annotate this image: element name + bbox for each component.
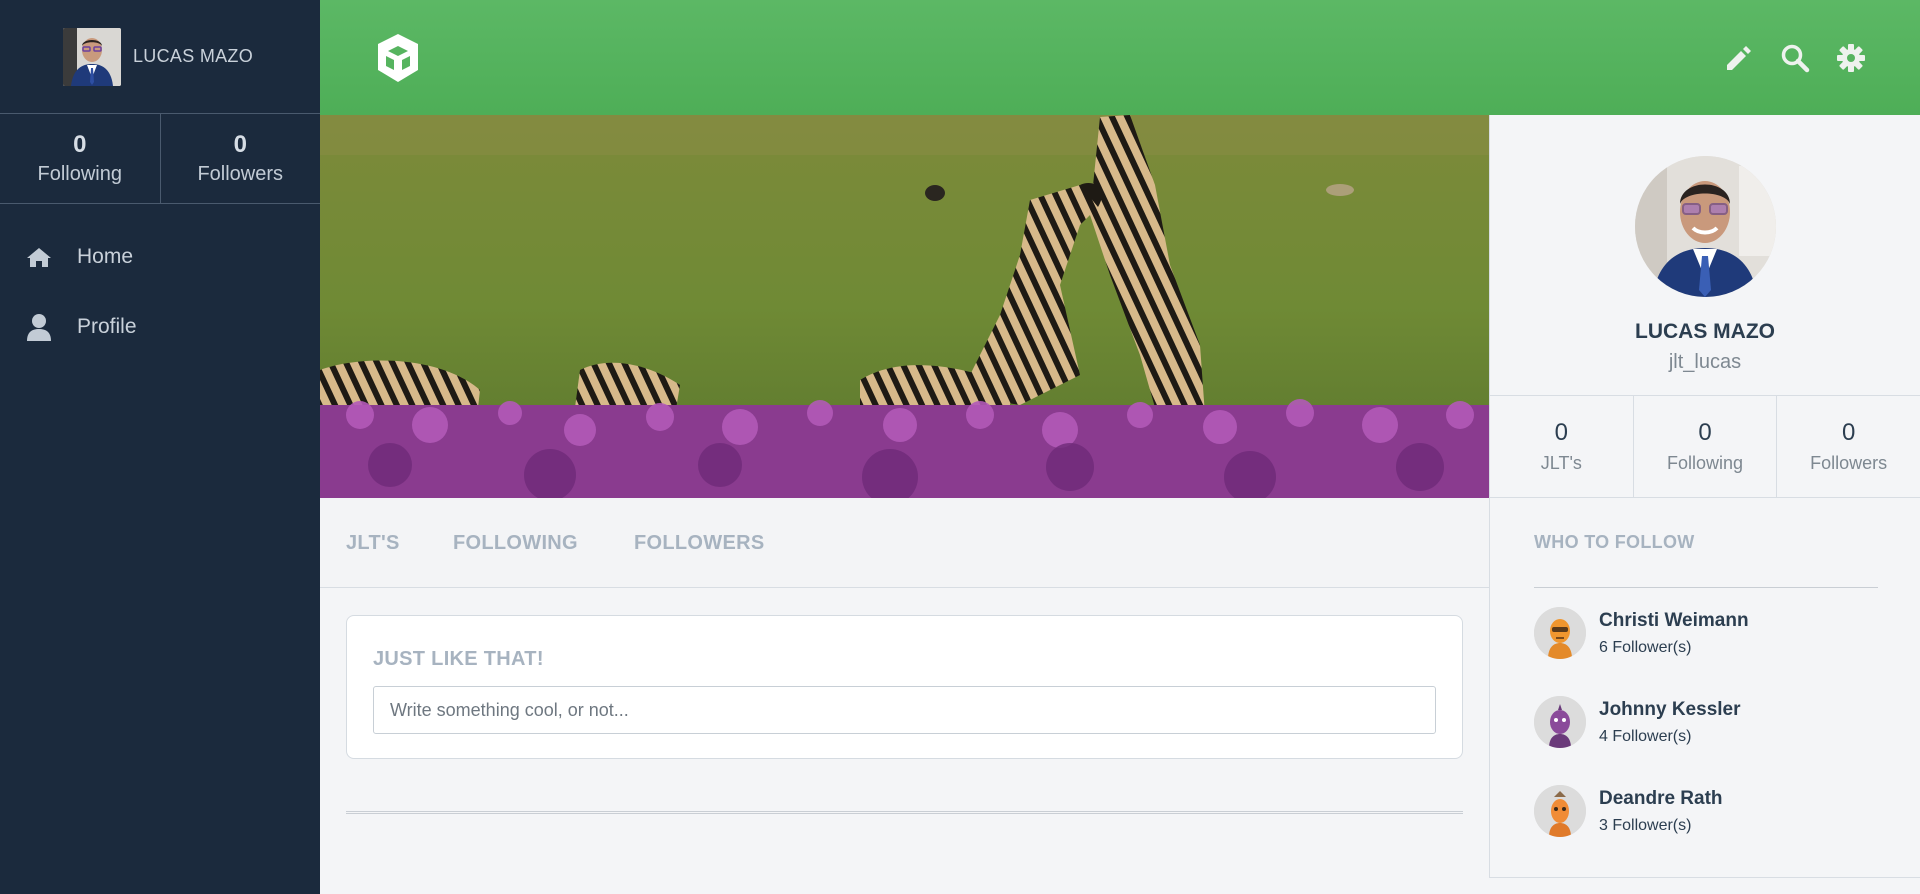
tab-jlts[interactable]: JLT'S (346, 532, 400, 555)
suggested-user-followers: 6 Follower(s) (1599, 639, 1692, 656)
stat-value: 0 (233, 131, 247, 158)
top-bar (320, 0, 1920, 115)
tab-followers[interactable]: FOLLOWERS (634, 532, 764, 555)
home-icon (26, 243, 52, 271)
stat-label: Followers (197, 163, 284, 185)
suggested-user-name[interactable]: Christi Weimann (1599, 610, 1749, 632)
search-icon[interactable] (1780, 43, 1810, 73)
sidebar-stat-followers[interactable]: 0 Followers (159, 114, 321, 203)
suggested-user[interactable]: Deandre Rath 3 Follower(s) (1534, 785, 1878, 839)
sidebar-user-name[interactable]: LUCAS MAZO (133, 46, 253, 67)
post-composer: JUST LIKE THAT! (346, 615, 1463, 759)
sidebar-user[interactable]: LUCAS MAZO (0, 0, 320, 114)
settings-gear-icon[interactable] (1836, 43, 1866, 73)
avatar[interactable] (1534, 607, 1586, 659)
profile-stat-jlts[interactable]: 0 JLT's (1490, 396, 1633, 497)
stat-label: JLT's (1540, 453, 1582, 473)
profile-name: LUCAS MAZO (1635, 320, 1775, 343)
divider (346, 811, 1463, 814)
sidebar-item-label: Home (77, 245, 134, 268)
edit-pencil-icon[interactable] (1723, 43, 1753, 73)
suggested-user[interactable]: Johnny Kessler 4 Follower(s) (1534, 696, 1878, 750)
sidebar-stats: 0 Following 0 Followers (0, 114, 320, 204)
user-icon (26, 313, 52, 341)
sidebar-item-home[interactable]: Home (0, 222, 320, 292)
cover-image (320, 115, 1489, 498)
stat-label: Followers (1810, 453, 1888, 473)
avatar[interactable] (1534, 785, 1586, 837)
stat-value: 0 (73, 131, 87, 158)
profile-tabs: JLT'S FOLLOWING FOLLOWERS (320, 498, 1489, 588)
profile-stats: 0 JLT's 0 Following 0 Followers (1490, 395, 1920, 498)
suggested-user[interactable]: Christi Weimann 6 Follower(s) (1534, 607, 1878, 661)
suggested-user-followers: 3 Follower(s) (1599, 817, 1692, 834)
suggested-user-name[interactable]: Johnny Kessler (1599, 699, 1741, 721)
sidebar-item-profile[interactable]: Profile (0, 292, 320, 362)
stat-value: 0 (1554, 419, 1569, 446)
stat-label: Following (37, 163, 122, 185)
profile-avatar[interactable] (1635, 156, 1776, 297)
sidebar: LUCAS MAZO 0 Following 0 Followers Home (0, 0, 320, 894)
composer-title: JUST LIKE THAT! (373, 648, 544, 670)
sidebar-nav: Home Profile (0, 222, 320, 362)
who-to-follow-panel: WHO TO FOLLOW Christi Weimann 6 Follower… (1489, 498, 1920, 878)
stat-label: Following (1666, 453, 1744, 473)
who-to-follow-title: WHO TO FOLLOW (1534, 532, 1695, 552)
avatar[interactable] (63, 27, 121, 86)
tab-following[interactable]: FOLLOWING (453, 532, 578, 555)
suggested-user-name[interactable]: Deandre Rath (1599, 788, 1723, 810)
app-logo[interactable] (372, 32, 424, 84)
suggested-user-followers: 4 Follower(s) (1599, 728, 1692, 745)
sidebar-item-label: Profile (77, 315, 137, 338)
sidebar-stat-following[interactable]: 0 Following (0, 114, 160, 203)
post-input[interactable] (373, 686, 1436, 734)
profile-stat-followers[interactable]: 0 Followers (1776, 396, 1920, 497)
stat-value: 0 (1842, 419, 1856, 446)
avatar[interactable] (1534, 696, 1586, 748)
profile-stat-following[interactable]: 0 Following (1632, 396, 1777, 497)
profile-handle: jlt_lucas (1668, 351, 1742, 373)
divider (1534, 587, 1878, 588)
profile-card: LUCAS MAZO jlt_lucas 0 JLT's 0 Following… (1489, 115, 1920, 498)
stat-value: 0 (1698, 419, 1712, 446)
